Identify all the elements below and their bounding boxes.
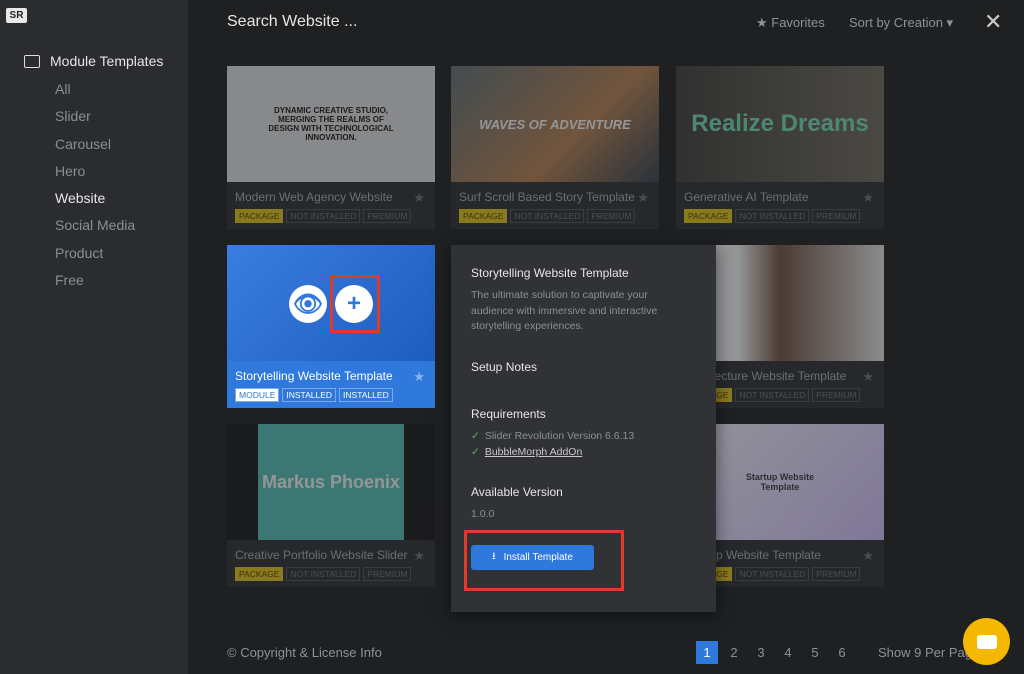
- sort-dropdown[interactable]: Sort by Creation ▾: [849, 15, 953, 31]
- template-card-selected[interactable]: 👁 + Storytelling Website Template ★ MODU…: [227, 245, 435, 408]
- module-templates-heading[interactable]: Module Templates: [24, 53, 163, 69]
- nav-all[interactable]: All: [55, 80, 135, 107]
- tag: NOT INSTALLED: [286, 567, 361, 581]
- star-icon[interactable]: ★: [413, 190, 425, 206]
- requirement-text: Slider Revolution Version 6.6.13: [484, 430, 635, 442]
- tag: PACKAGE: [235, 567, 284, 581]
- tag: PREMIUM: [363, 567, 412, 581]
- setup-notes-heading: Setup Notes: [471, 360, 538, 374]
- template-card[interactable]: Markus Phoenix Creative Portfolio Websit…: [227, 424, 435, 587]
- page-6[interactable]: 6: [831, 641, 853, 664]
- tag: NOT INSTALLED: [735, 388, 810, 402]
- requirement-item: ✓ Slider Revolution Version 6.6.13: [471, 430, 634, 442]
- tag: PACKAGE: [235, 209, 284, 223]
- page-4[interactable]: 4: [777, 641, 799, 664]
- nav-free[interactable]: Free: [55, 271, 135, 298]
- tag: PACKAGE: [459, 209, 508, 223]
- tag: PREMIUM: [587, 209, 636, 223]
- tag: NOT INSTALLED: [735, 567, 810, 581]
- chat-button[interactable]: [963, 618, 1010, 665]
- popup-title: Storytelling Website Template: [471, 266, 629, 280]
- section-label: Module Templates: [50, 53, 164, 69]
- check-icon: ✓: [471, 430, 480, 442]
- page-5[interactable]: 5: [804, 641, 826, 664]
- tag: NOT INSTALLED: [286, 209, 361, 223]
- version-value: 1.0.0: [471, 508, 495, 520]
- requirement-item: ✓ BubbleMorph AddOn: [471, 446, 582, 458]
- popup-description: The ultimate solution to captivate your …: [471, 289, 658, 332]
- addon-link[interactable]: BubbleMorph AddOn: [485, 446, 582, 458]
- pagination: 1 2 3 4 5 6: [696, 641, 853, 664]
- image-icon: [24, 54, 40, 68]
- nav-social-media[interactable]: Social Media: [55, 216, 135, 243]
- thumbnail: Markus Phoenix: [227, 424, 435, 540]
- star-icon[interactable]: ★: [413, 369, 425, 385]
- close-icon[interactable]: ✕: [984, 9, 1002, 35]
- card-title: Generative AI Template: [684, 190, 809, 204]
- tag: PREMIUM: [812, 209, 861, 223]
- card-title: Surf Scroll Based Story Template: [459, 190, 635, 204]
- page-3[interactable]: 3: [750, 641, 772, 664]
- search-input[interactable]: Search Website ...: [227, 13, 357, 31]
- template-details-popup: Storytelling Website Template The ultima…: [451, 245, 716, 612]
- sidebar: SR Module Templates All Slider Carousel …: [0, 0, 188, 674]
- tag: INSTALLED: [339, 388, 393, 402]
- tag: PREMIUM: [812, 567, 861, 581]
- star-icon[interactable]: ★: [862, 369, 874, 385]
- card-title: Storytelling Website Template: [235, 369, 393, 383]
- tag: INSTALLED: [282, 388, 337, 402]
- highlight-box: [330, 275, 380, 333]
- version-heading: Available Version: [471, 485, 563, 499]
- tag: PREMIUM: [812, 388, 861, 402]
- card-title: Modern Web Agency Website: [235, 190, 393, 204]
- highlight-box: [464, 530, 624, 591]
- page-1[interactable]: 1: [696, 641, 718, 664]
- star-icon[interactable]: ★: [862, 548, 874, 564]
- tag: NOT INSTALLED: [510, 209, 585, 223]
- nav-carousel[interactable]: Carousel: [55, 135, 135, 162]
- star-icon[interactable]: ★: [637, 190, 649, 206]
- template-card[interactable]: WAVES OF ADVENTURE Surf Scroll Based Sto…: [451, 66, 659, 229]
- template-card[interactable]: Realize Dreams Generative AI Template ★ …: [676, 66, 884, 229]
- tag: NOT INSTALLED: [735, 209, 810, 223]
- star-icon[interactable]: ★: [862, 190, 874, 206]
- check-icon: ✓: [471, 446, 480, 458]
- template-card[interactable]: DYNAMIC CREATIVE STUDIO, MERGING THE REA…: [227, 66, 435, 229]
- thumbnail: DYNAMIC CREATIVE STUDIO, MERGING THE REA…: [227, 66, 435, 182]
- star-icon[interactable]: ★: [413, 548, 425, 564]
- favorites-button[interactable]: ★ Favorites: [756, 15, 825, 31]
- category-nav: All Slider Carousel Hero Website Social …: [55, 80, 135, 298]
- tag: PREMIUM: [363, 209, 412, 223]
- thumbnail: WAVES OF ADVENTURE: [451, 66, 659, 182]
- nav-product[interactable]: Product: [55, 244, 135, 271]
- card-title: Creative Portfolio Website Slider: [235, 548, 408, 562]
- logo: SR: [6, 8, 27, 23]
- page-2[interactable]: 2: [723, 641, 745, 664]
- nav-hero[interactable]: Hero: [55, 162, 135, 189]
- nav-website[interactable]: Website: [55, 189, 135, 216]
- tag: MODULE: [235, 388, 280, 402]
- tag: PACKAGE: [684, 209, 733, 223]
- thumbnail: Realize Dreams: [676, 66, 884, 182]
- requirements-heading: Requirements: [471, 407, 546, 421]
- chat-icon: [976, 634, 997, 649]
- preview-eye-icon[interactable]: 👁: [289, 285, 327, 323]
- nav-slider[interactable]: Slider: [55, 107, 135, 134]
- copyright-link[interactable]: © Copyright & License Info: [227, 645, 382, 660]
